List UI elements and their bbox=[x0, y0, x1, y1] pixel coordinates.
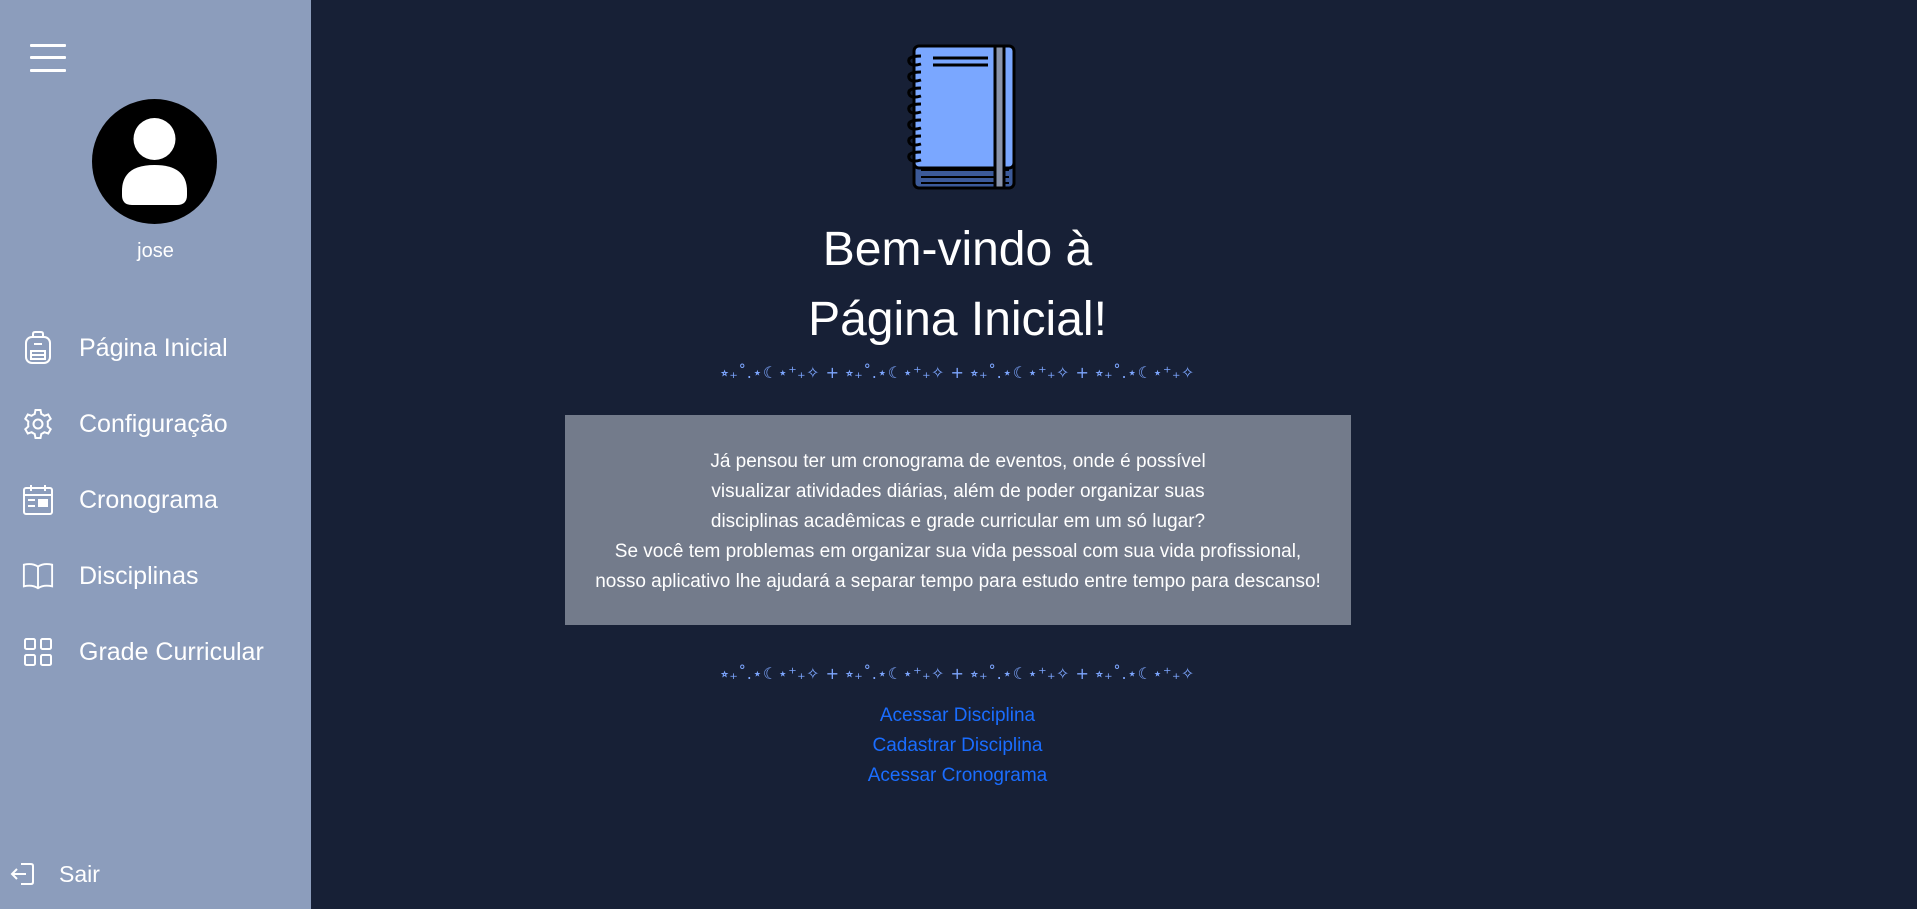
intro-text-line: visualizar atividades diárias, além de p… bbox=[711, 481, 1205, 502]
intro-text-box: Já pensou ter um cronograma de eventos, … bbox=[565, 415, 1351, 625]
cadastrar-disciplina-link[interactable]: Cadastrar Disciplina bbox=[311, 731, 1604, 761]
acessar-cronograma-link[interactable]: Acessar Cronograma bbox=[311, 761, 1604, 791]
sidebar-item-label: Disciplinas bbox=[79, 561, 199, 590]
backpack-icon bbox=[22, 331, 54, 364]
grid-icon bbox=[22, 636, 54, 668]
sidebar-item-grade-curricular[interactable]: Grade Curricular bbox=[0, 614, 311, 690]
sidebar-item-pagina-inicial[interactable]: Página Inicial bbox=[0, 310, 311, 386]
sidebar-item-label: Cronograma bbox=[79, 485, 218, 514]
calendar-icon bbox=[22, 484, 54, 516]
intro-text-line: nosso aplicativo lhe ajudará a separar t… bbox=[595, 571, 1321, 592]
notebook-icon bbox=[907, 44, 1016, 190]
main-content: Bem-vindo à Página Inicial! ⭒₊˚.⋆☾⋆⁺₊✧ +… bbox=[311, 0, 1917, 909]
sidebar: jose Página Inicial Configuração Cronogr… bbox=[0, 0, 311, 909]
sidebar-item-label: Configuração bbox=[79, 409, 228, 438]
page-title: Bem-vindo à Página Inicial! bbox=[311, 215, 1604, 355]
sidebar-item-label: Página Inicial bbox=[79, 333, 228, 362]
sidebar-item-configuracao[interactable]: Configuração bbox=[0, 386, 311, 462]
quick-links: Acessar Disciplina Cadastrar Disciplina … bbox=[311, 701, 1604, 791]
decorative-divider: ⭒₊˚.⋆☾⋆⁺₊✧ + ⭒₊˚.⋆☾⋆⁺₊✧ + ⭒₊˚.⋆☾⋆⁺₊✧ + ⭒… bbox=[720, 664, 1195, 683]
sidebar-item-label: Grade Curricular bbox=[79, 637, 264, 666]
sidebar-item-cronograma[interactable]: Cronograma bbox=[0, 462, 311, 538]
sidebar-item-disciplinas[interactable]: Disciplinas bbox=[0, 538, 311, 614]
logout-label: Sair bbox=[59, 861, 100, 887]
page-title-line-2: Página Inicial! bbox=[808, 293, 1107, 346]
decorative-divider: ⭒₊˚.⋆☾⋆⁺₊✧ + ⭒₊˚.⋆☾⋆⁺₊✧ + ⭒₊˚.⋆☾⋆⁺₊✧ + ⭒… bbox=[720, 363, 1195, 382]
gear-icon bbox=[22, 408, 54, 440]
sidebar-nav: Página Inicial Configuração Cronograma D… bbox=[0, 310, 311, 690]
avatar-icon bbox=[92, 99, 217, 224]
menu-toggle-icon[interactable] bbox=[30, 42, 66, 74]
intro-text-line: Já pensou ter um cronograma de eventos, … bbox=[710, 451, 1206, 472]
intro-text-line: disciplinas acadêmicas e grade curricula… bbox=[710, 511, 1206, 532]
book-icon bbox=[22, 560, 54, 592]
page-title-line-1: Bem-vindo à bbox=[822, 223, 1093, 276]
username: jose bbox=[137, 240, 174, 262]
acessar-disciplina-link[interactable]: Acessar Disciplina bbox=[311, 701, 1604, 731]
logout-icon bbox=[10, 863, 34, 885]
logout-button[interactable]: Sair bbox=[0, 856, 200, 892]
intro-text-line: Se você tem problemas em organizar sua v… bbox=[614, 541, 1302, 562]
